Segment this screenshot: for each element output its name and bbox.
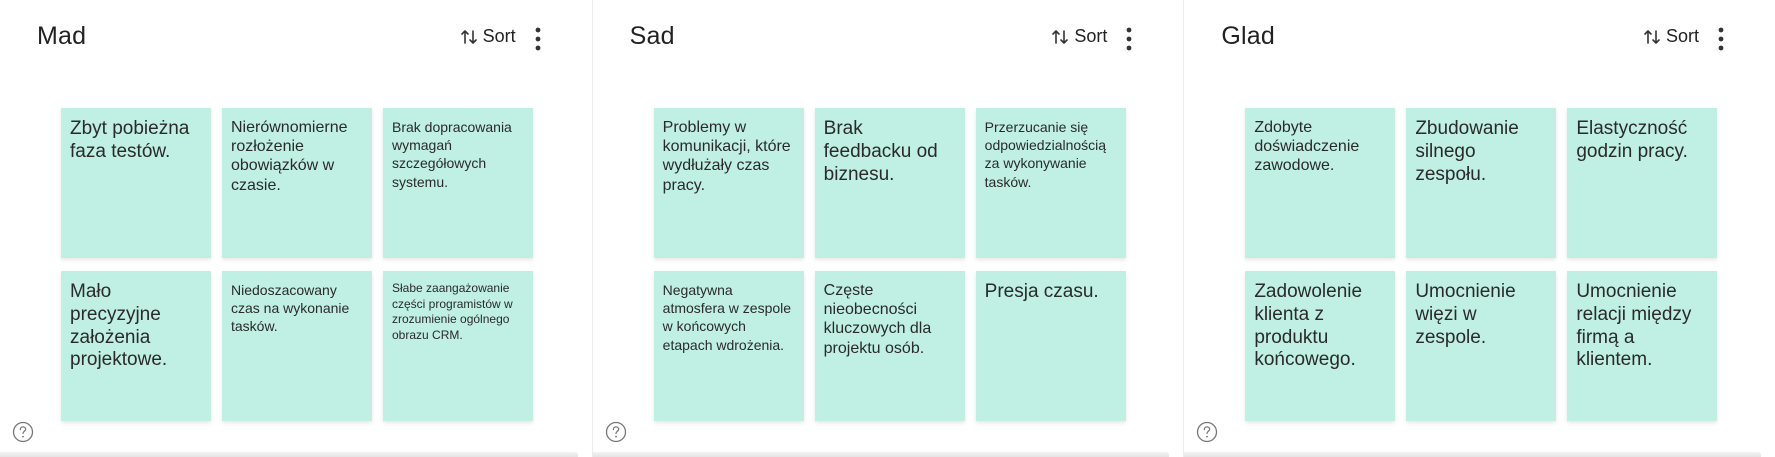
sticky-note[interactable]: Negatywna atmosfera w zespole w końcowyc… xyxy=(653,271,804,421)
sticky-note[interactable]: Częste nieobecności kluczowych dla proje… xyxy=(814,271,965,421)
sticky-note[interactable]: Nierównomierne rozłożenie obowiązków w c… xyxy=(222,108,372,258)
sort-label: Sort xyxy=(482,26,516,46)
column-title: Sad xyxy=(629,22,675,50)
sticky-note[interactable]: Elastyczność godzin pracy. xyxy=(1567,108,1718,258)
horizontal-scrollbar[interactable] xyxy=(592,452,1170,457)
sort-label: Sort xyxy=(1665,26,1699,46)
sticky-note[interactable]: Zadowolenie klienta z produktu końcowego… xyxy=(1245,271,1396,421)
sort-arrows-icon xyxy=(1051,28,1069,46)
horizontal-scrollbar[interactable] xyxy=(1184,452,1761,457)
sticky-note[interactable]: Przerzucanie się odpowiedzialnością za w… xyxy=(975,108,1126,258)
notes-grid: Problemy w komunikacji, które wydłużały … xyxy=(653,108,1126,421)
sticky-note[interactable]: Problemy w komunikacji, które wydłużały … xyxy=(653,108,804,258)
more-options-button[interactable] xyxy=(532,24,544,54)
more-options-button[interactable] xyxy=(1123,24,1135,54)
sticky-note[interactable]: Brak feedbacku od biznesu. xyxy=(814,108,965,258)
column-mad: Mad Sort Zbyt pobieżna faza testów. Nieró… xyxy=(0,0,592,457)
help-circle-icon[interactable] xyxy=(605,421,627,443)
help-circle-icon[interactable] xyxy=(1196,421,1218,443)
column-glad: Glad Sort Zdobyte doświadczenie zawodowe… xyxy=(1183,0,1775,457)
help-circle-icon[interactable] xyxy=(12,421,34,443)
retro-board: Mad Sort Zbyt pobieżna faza testów. Nieró… xyxy=(0,0,1775,457)
notes-grid: Zdobyte doświadczenie zawodowe. Zbudowani… xyxy=(1245,108,1718,421)
sort-arrows-icon xyxy=(460,28,478,46)
sort-button[interactable]: Sort xyxy=(460,26,516,47)
sticky-note[interactable]: Mało precyzyjne założenia projektowe. xyxy=(61,271,211,421)
more-vertical-icon xyxy=(1715,24,1727,54)
sort-button[interactable]: Sort xyxy=(1643,26,1699,47)
sort-arrows-icon xyxy=(1643,28,1661,46)
sticky-note[interactable]: Słabe zaangażowanie części programistów … xyxy=(383,271,533,421)
sort-button[interactable]: Sort xyxy=(1051,26,1107,47)
column-title: Glad xyxy=(1221,22,1275,50)
horizontal-scrollbar[interactable] xyxy=(0,452,578,457)
sticky-note[interactable]: Presja czasu. xyxy=(975,271,1126,421)
column-sad: Sad Sort Problemy w komunikacji, które w… xyxy=(591,0,1184,457)
sticky-note[interactable]: Zdobyte doświadczenie zawodowe. xyxy=(1245,108,1396,258)
column-title: Mad xyxy=(37,22,87,50)
more-vertical-icon xyxy=(1123,24,1135,54)
sticky-note[interactable]: Zbudowanie silnego zespołu. xyxy=(1406,108,1557,258)
more-vertical-icon xyxy=(532,24,544,54)
sticky-note[interactable]: Brak dopracowania wymagań szczegółowych … xyxy=(383,108,533,258)
more-options-button[interactable] xyxy=(1715,24,1727,54)
sticky-note[interactable]: Zbyt pobieżna faza testów. xyxy=(61,108,211,258)
notes-grid: Zbyt pobieżna faza testów. Nierównomierne… xyxy=(61,108,533,421)
sticky-note[interactable]: Niedoszacowany czas na wykonanie tasków. xyxy=(222,271,372,421)
sort-label: Sort xyxy=(1074,26,1108,46)
sticky-note[interactable]: Umocnienie relacji między firmą a klient… xyxy=(1567,271,1718,421)
sticky-note[interactable]: Umocnienie więzi w zespole. xyxy=(1406,271,1557,421)
